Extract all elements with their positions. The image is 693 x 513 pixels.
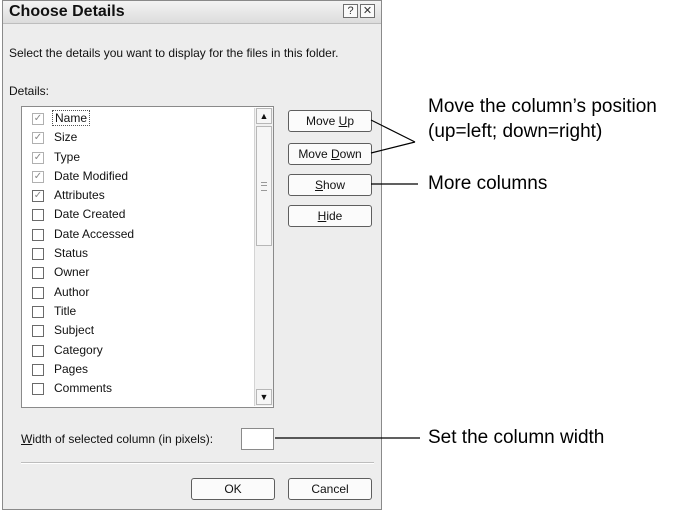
callout-line-move-up — [370, 119, 416, 143]
callout-more-columns: More columns — [428, 173, 548, 194]
callout-move-line2: (up=left; down=right) — [428, 121, 603, 142]
callout-move-line1: Move the column’s position — [428, 96, 657, 117]
callout-column-width: Set the column width — [428, 427, 605, 448]
callout-line-move-down — [370, 141, 416, 154]
